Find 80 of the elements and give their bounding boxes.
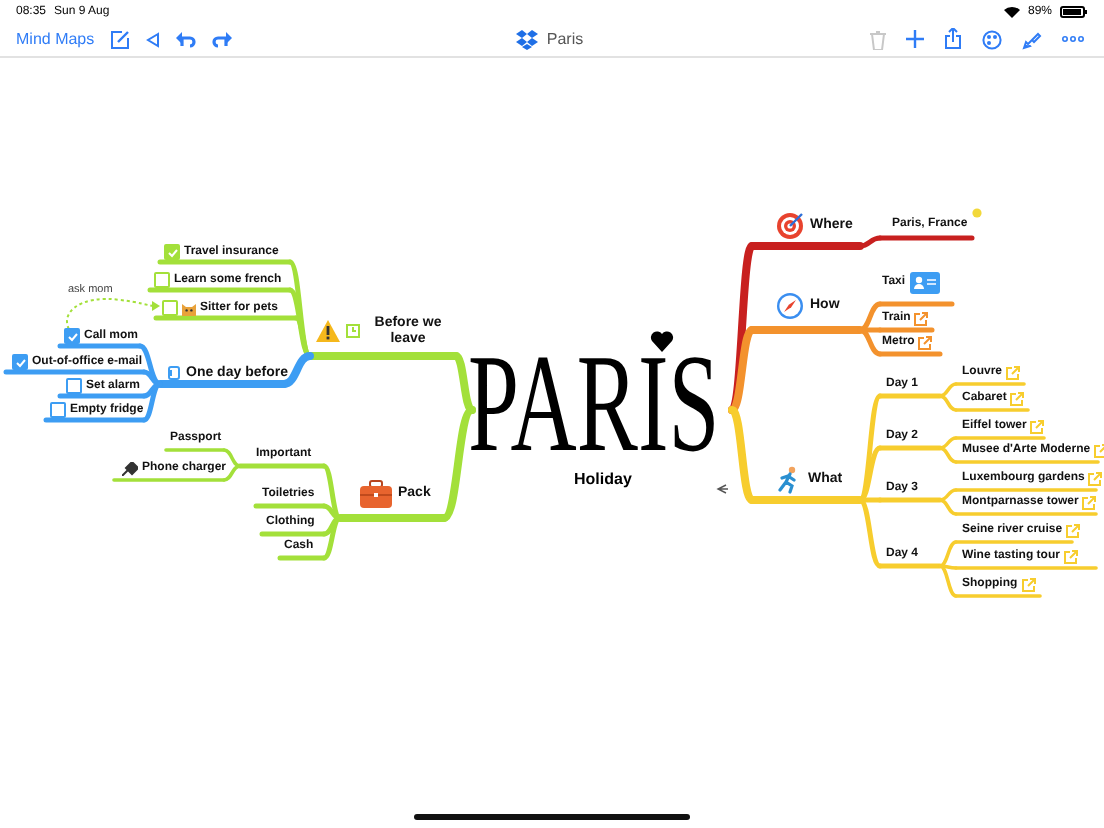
note-dot-icon <box>971 208 982 218</box>
link-icon[interactable] <box>1010 392 1025 406</box>
link-icon[interactable] <box>1006 366 1021 380</box>
branch-line <box>954 488 1098 492</box>
warning-icon <box>316 320 340 343</box>
branch-line <box>954 512 1098 516</box>
branch-line <box>877 235 975 241</box>
checkbox[interactable] <box>154 272 170 288</box>
map-title: PARIS <box>468 350 720 462</box>
plug-icon <box>122 462 138 476</box>
map-subtitle: Holiday <box>574 470 632 488</box>
connector-line <box>222 448 242 468</box>
branch-line <box>157 259 293 265</box>
branch-line <box>877 563 943 569</box>
link-icon[interactable] <box>1088 472 1103 486</box>
checkbox[interactable] <box>50 402 66 418</box>
branch-line <box>877 327 935 333</box>
checkbox[interactable] <box>164 244 180 260</box>
branch-line <box>3 369 147 375</box>
link-icon[interactable] <box>914 312 929 326</box>
branch-line <box>112 478 226 482</box>
link-icon[interactable] <box>1094 444 1104 458</box>
back-link[interactable]: Mind Maps <box>16 30 95 48</box>
connector-line <box>938 394 958 412</box>
undo-icon[interactable] <box>176 29 197 49</box>
branch-line <box>877 445 943 451</box>
branch-line <box>57 393 147 399</box>
link-icon[interactable] <box>1066 524 1081 538</box>
palette-icon[interactable] <box>982 29 1002 49</box>
branch-line <box>954 382 1026 386</box>
redo-icon[interactable] <box>212 29 233 49</box>
cat-icon <box>182 301 196 315</box>
suitcase-icon <box>360 480 392 508</box>
link-icon[interactable] <box>1082 496 1097 510</box>
document-title: Paris <box>546 30 584 48</box>
branch-line <box>954 540 1074 544</box>
link-icon[interactable] <box>1021 578 1036 592</box>
link-icon[interactable] <box>1063 550 1078 564</box>
checkbox[interactable] <box>64 328 80 344</box>
wifi-icon <box>1003 5 1020 17</box>
runner-icon <box>774 466 802 494</box>
brush-icon[interactable] <box>1022 29 1042 49</box>
branch-line <box>877 497 943 503</box>
checkbox[interactable] <box>162 300 178 316</box>
branch-line <box>877 393 943 399</box>
checkbox[interactable] <box>12 354 28 370</box>
branch-line <box>954 408 1030 412</box>
link-icon[interactable] <box>1030 420 1045 434</box>
more-icon[interactable] <box>1062 36 1084 42</box>
connector-line <box>222 464 242 482</box>
target-icon <box>776 212 804 240</box>
collapse-icon[interactable] <box>716 484 728 494</box>
branch-line <box>277 555 327 561</box>
branch-line <box>877 301 955 307</box>
page-icon <box>168 366 180 381</box>
branch-line <box>57 343 143 349</box>
branch-line <box>877 351 943 357</box>
branch-line <box>954 436 1046 440</box>
checkbox[interactable] <box>66 378 82 394</box>
triangle-left-icon[interactable] <box>146 31 161 47</box>
branch-line <box>253 503 327 509</box>
connector-line <box>857 235 883 249</box>
plus-icon[interactable] <box>906 30 924 48</box>
battery-icon <box>1060 5 1088 17</box>
share-icon[interactable] <box>944 28 962 50</box>
connector-line <box>938 498 958 516</box>
dropbox-icon <box>516 29 539 49</box>
edit-icon[interactable] <box>110 29 131 49</box>
contact-card-icon <box>909 272 940 294</box>
heart-icon <box>650 330 674 352</box>
connector-line <box>938 446 958 464</box>
link-icon[interactable] <box>918 336 933 350</box>
branch-line <box>954 566 1098 570</box>
branch-line <box>954 594 1042 598</box>
branch-line <box>164 448 226 452</box>
branch-line <box>259 531 327 537</box>
compass-icon <box>776 292 804 320</box>
branch-line <box>237 463 327 469</box>
clock-icon <box>346 324 360 339</box>
branch-line <box>43 417 147 423</box>
